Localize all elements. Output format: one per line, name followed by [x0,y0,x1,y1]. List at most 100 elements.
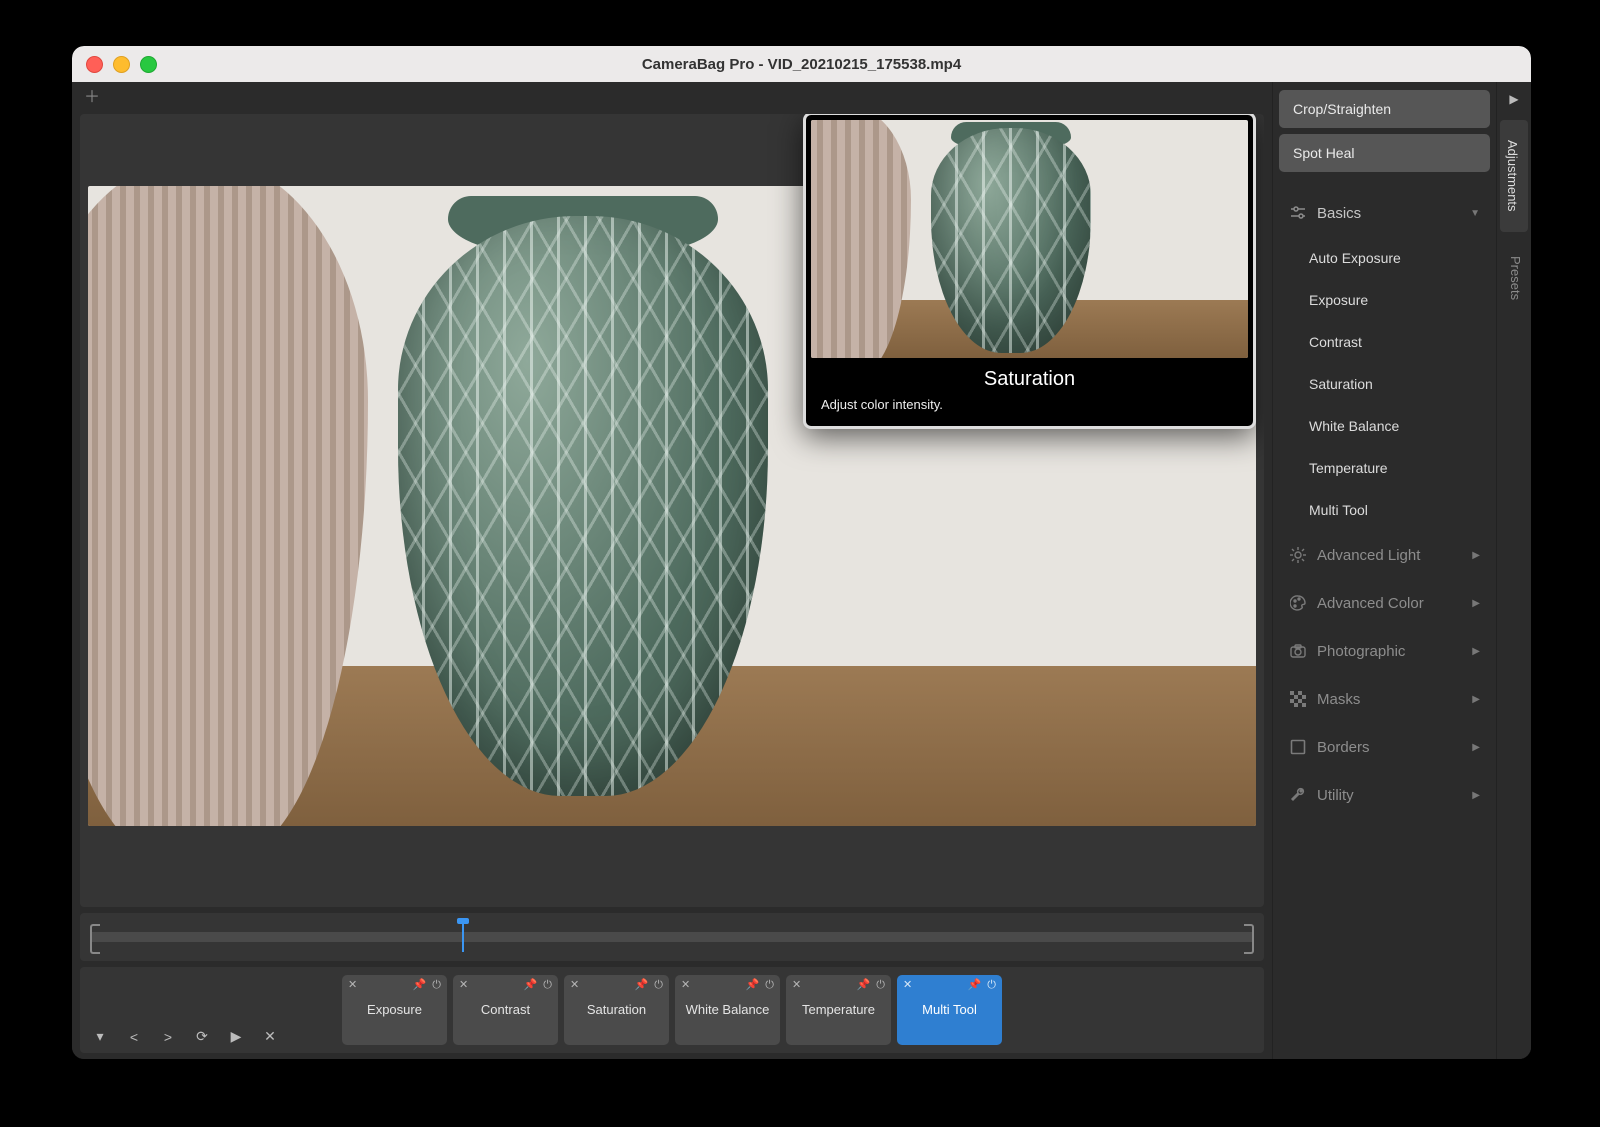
basics-auto-exposure[interactable]: Auto Exposure [1279,240,1490,276]
timeline-track[interactable] [90,932,1254,942]
section-label: Photographic [1317,643,1405,660]
window-controls [86,56,157,73]
pin-icon[interactable]: 📌 [857,979,871,992]
chip-contrast[interactable]: ✕ 📌 ⏻ Contrast [453,975,558,1045]
main-column: ＋ [72,82,1272,1059]
power-icon[interactable]: ⏻ [543,979,552,992]
crop-straighten-button[interactable]: Crop/Straighten [1279,90,1490,128]
chip-label: Temperature [802,1003,875,1018]
section-label: Advanced Color [1317,595,1424,612]
adjustment-chip-bar: ✕ 📌 ⏻ Exposure ✕ 📌 ⏻ Contrast ✕ 📌 ⏻ Saturation… [80,967,1264,1053]
tooltip-preview-image [811,120,1248,358]
app-window: CameraBag Pro - VID_20210215_175538.mp4 … [72,46,1531,1059]
close-window-button[interactable] [86,56,103,73]
basics-white-balance[interactable]: White Balance [1279,408,1490,444]
close-icon[interactable]: ✕ [348,979,357,992]
power-icon[interactable]: ⏻ [876,979,885,992]
pin-icon[interactable]: 📌 [635,979,649,992]
basics-contrast[interactable]: Contrast [1279,324,1490,360]
basics-exposure[interactable]: Exposure [1279,282,1490,318]
pin-icon[interactable]: 📌 [746,979,760,992]
chevron-right-icon: ▶ [1472,694,1480,705]
section-borders[interactable]: Borders ▶ [1279,726,1490,768]
section-advanced-color[interactable]: Advanced Color ▶ [1279,582,1490,624]
chevron-right-icon: ▶ [1472,550,1480,561]
section-advanced-light[interactable]: Advanced Light ▶ [1279,534,1490,576]
wrench-icon [1289,786,1307,804]
section-basics[interactable]: Basics ▼ [1279,192,1490,234]
close-icon[interactable]: ✕ [459,979,468,992]
timeline[interactable] [80,913,1264,961]
chip-label: Exposure [367,1003,422,1018]
section-masks[interactable]: Masks ▶ [1279,678,1490,720]
close-icon[interactable]: ✕ [570,979,579,992]
chip-label: Contrast [481,1003,530,1018]
image-viewport[interactable]: Saturation Adjust color intensity. [80,114,1264,907]
tab-adjustments[interactable]: Adjustments [1500,120,1528,232]
section-label: Borders [1317,739,1370,756]
section-label: Utility [1317,787,1354,804]
power-icon[interactable]: ⏻ [987,979,996,992]
trim-start-handle[interactable] [90,924,100,954]
collapse-panel-button[interactable]: ▶ [1497,82,1531,116]
close-icon[interactable]: ✕ [792,979,801,992]
chip-temperature[interactable]: ✕ 📌 ⏻ Temperature [786,975,891,1045]
spot-heal-button[interactable]: Spot Heal [1279,134,1490,172]
chip-label: Multi Tool [922,1003,977,1018]
loop-button[interactable]: ⟳ [194,1028,210,1045]
section-label: Advanced Light [1317,547,1420,564]
tab-presets[interactable]: Presets [1497,236,1531,320]
pin-icon[interactable]: 📌 [413,979,427,992]
document-tab-bar: ＋ [72,82,1272,108]
chip-exposure[interactable]: ✕ 📌 ⏻ Exposure [342,975,447,1045]
basics-saturation[interactable]: Saturation [1279,366,1490,402]
palette-icon [1289,594,1307,612]
side-tab-strip: ▶ Adjustments Presets [1496,82,1531,1059]
power-icon[interactable]: ⏻ [654,979,663,992]
chevron-right-icon: ▶ [1472,646,1480,657]
chip-saturation[interactable]: ✕ 📌 ⏻ Saturation [564,975,669,1045]
section-label: Basics [1317,205,1361,222]
pin-icon[interactable]: 📌 [524,979,538,992]
power-icon[interactable]: ⏻ [765,979,774,992]
close-icon[interactable]: ✕ [903,979,912,992]
stop-button[interactable]: ✕ [262,1028,278,1045]
power-icon[interactable]: ⏻ [432,979,441,992]
prev-frame-button[interactable]: < [126,1029,142,1045]
camera-icon [1289,642,1307,660]
chevron-right-icon: ▶ [1472,598,1480,609]
sun-icon [1289,546,1307,564]
border-icon [1289,738,1307,756]
adjustments-panel: Crop/Straighten Spot Heal Basics ▼ Auto … [1272,82,1496,1059]
close-icon[interactable]: ✕ [681,979,690,992]
titlebar: CameraBag Pro - VID_20210215_175538.mp4 [72,46,1531,82]
chevron-down-icon: ▼ [1470,208,1480,219]
zoom-window-button[interactable] [140,56,157,73]
pin-icon[interactable]: 📌 [968,979,982,992]
section-utility[interactable]: Utility ▶ [1279,774,1490,816]
chip-white-balance[interactable]: ✕ 📌 ⏻ White Balance [675,975,780,1045]
checker-icon [1289,690,1307,708]
tooltip-description: Adjust color intensity. [811,397,1248,414]
play-button[interactable]: ▶ [228,1028,244,1045]
chip-label: White Balance [686,1003,770,1018]
chip-label: Saturation [587,1003,646,1018]
trim-end-handle[interactable] [1244,924,1254,954]
sliders-icon [1289,204,1307,222]
chevron-right-icon: ▶ [1472,742,1480,753]
add-tab-button[interactable]: ＋ [84,83,100,107]
section-label: Masks [1317,691,1360,708]
playback-controls: ▾ < > ⟳ ▶ ✕ [92,1028,278,1045]
chevron-right-icon: ▶ [1472,790,1480,801]
collapse-tray-icon[interactable]: ▾ [92,1028,108,1045]
minimize-window-button[interactable] [113,56,130,73]
window-title: CameraBag Pro - VID_20210215_175538.mp4 [72,56,1531,73]
basics-multi-tool[interactable]: Multi Tool [1279,492,1490,528]
adjustment-tooltip: Saturation Adjust color intensity. [803,114,1256,429]
tooltip-title: Saturation [811,368,1248,391]
section-photographic[interactable]: Photographic ▶ [1279,630,1490,672]
playhead[interactable] [462,922,464,952]
chip-multi-tool[interactable]: ✕ 📌 ⏻ Multi Tool [897,975,1002,1045]
next-frame-button[interactable]: > [160,1029,176,1045]
basics-temperature[interactable]: Temperature [1279,450,1490,486]
